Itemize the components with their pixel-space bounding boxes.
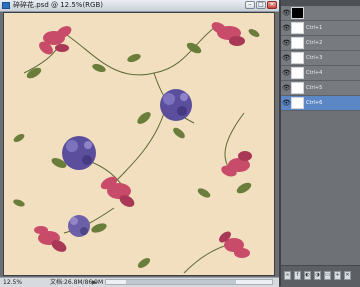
- document-window: 碎碎花.psd @ 12.5%(RGB) – □ × 12.5% 文档:26.8…: [0, 0, 279, 287]
- new-layer-icon[interactable]: +: [334, 271, 341, 280]
- layer-thumbnail: [291, 67, 304, 79]
- layer-thumbnail: [291, 37, 304, 49]
- layer-thumbnail: [291, 7, 304, 19]
- eye-icon[interactable]: 👁: [282, 52, 291, 64]
- layer-name: Ctrl+2: [306, 40, 323, 46]
- title-bar[interactable]: 碎碎花.psd @ 12.5%(RGB) – □ ×: [0, 0, 279, 12]
- layers-panel-footer: ∞ f ◐ ◑ ▭ + ✕: [281, 265, 360, 287]
- eye-icon[interactable]: 👁: [282, 22, 291, 34]
- maximize-button[interactable]: □: [256, 1, 266, 9]
- horizontal-scrollbar[interactable]: [105, 279, 273, 285]
- eye-icon[interactable]: 👁: [282, 82, 291, 94]
- layer-row[interactable]: 👁: [281, 6, 360, 21]
- adjust-icon[interactable]: ◑: [314, 271, 321, 280]
- status-menu-arrow-icon[interactable]: ▶: [92, 279, 97, 286]
- layer-name: Ctrl+5: [306, 85, 323, 91]
- folder-icon[interactable]: ▭: [324, 271, 331, 280]
- floral-pattern-artwork: [4, 13, 274, 275]
- layer-row[interactable]: 👁 Ctrl+4: [281, 66, 360, 81]
- layer-row[interactable]: 👁 Ctrl+1: [281, 21, 360, 36]
- layer-row-selected[interactable]: 👁 Ctrl+6: [281, 96, 360, 111]
- layer-name: Ctrl+3: [306, 55, 323, 61]
- fx-icon[interactable]: f: [294, 271, 301, 280]
- layer-thumbnail: [291, 22, 304, 34]
- window-title: 碎碎花.psd @ 12.5%(RGB): [13, 1, 103, 9]
- scrollbar-thumb[interactable]: [126, 280, 236, 284]
- eye-icon[interactable]: 👁: [282, 7, 291, 19]
- layer-row[interactable]: 👁 Ctrl+2: [281, 36, 360, 51]
- eye-icon[interactable]: 👁: [282, 97, 291, 109]
- layer-thumbnail: [291, 82, 304, 94]
- layer-row[interactable]: 👁 Ctrl+3: [281, 51, 360, 66]
- eye-icon[interactable]: 👁: [282, 37, 291, 49]
- eye-icon[interactable]: 👁: [282, 67, 291, 79]
- layers-panel: 👁 👁 Ctrl+1 👁 Ctrl+2 👁 Ctrl+3 👁 Ctrl+4 👁: [281, 0, 360, 287]
- layer-row[interactable]: 👁 Ctrl+5: [281, 81, 360, 96]
- trash-icon[interactable]: ✕: [344, 271, 351, 280]
- layers-list: 👁 👁 Ctrl+1 👁 Ctrl+2 👁 Ctrl+3 👁 Ctrl+4 👁: [281, 6, 360, 111]
- layer-name: Ctrl+4: [306, 70, 323, 76]
- link-icon[interactable]: ∞: [284, 271, 291, 280]
- close-button[interactable]: ×: [267, 1, 277, 9]
- layer-thumbnail: [291, 52, 304, 64]
- layer-thumbnail: [291, 97, 304, 109]
- layer-name: Ctrl+6: [306, 100, 323, 106]
- image-canvas[interactable]: [3, 12, 275, 276]
- layer-name: Ctrl+1: [306, 25, 323, 31]
- minimize-button[interactable]: –: [245, 1, 255, 9]
- mask-icon[interactable]: ◐: [304, 271, 311, 280]
- photoshop-doc-icon: [2, 2, 10, 9]
